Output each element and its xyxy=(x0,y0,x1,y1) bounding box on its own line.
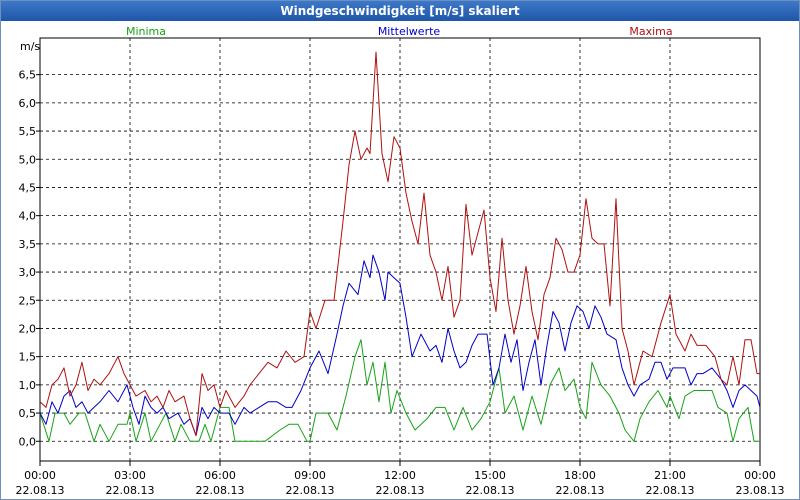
legend-label-mittelwerte: Mittelwerte xyxy=(378,25,441,38)
x-tick-date-label: 22.08.13 xyxy=(646,484,695,497)
y-tick-label: 5,5 xyxy=(19,125,37,138)
x-axis-ticks: 00:00 22.08.13 03:00 22.08.13 06:00 22.08.13 0… xyxy=(16,461,785,497)
y-tick-label: 0,0 xyxy=(19,435,37,448)
x-tick-time-label: 00:00 xyxy=(744,469,776,482)
x-tick-date-label: 22.08.13 xyxy=(16,484,65,497)
wind-speed-chart: 0,0 0,5 1,0 1,5 2,0 2,5 3,0 3,5 4,0 4,5 5,0 5,5 6,0 6… xyxy=(16,25,785,497)
y-axis-unit-label: m/s xyxy=(20,40,40,53)
x-tick-date-label: 22.08.13 xyxy=(196,484,245,497)
x-tick-time-label: 09:00 xyxy=(294,469,326,482)
y-tick-label: 1,5 xyxy=(19,351,37,364)
legend-label-maxima: Maxima xyxy=(629,25,672,38)
y-tick-label: 0,5 xyxy=(19,407,37,420)
x-tick-date-label: 22.08.13 xyxy=(376,484,425,497)
x-tick-time-label: 15:00 xyxy=(474,469,506,482)
legend: Minima Mittelwerte Maxima xyxy=(126,25,673,38)
y-tick-label: 5,0 xyxy=(19,153,37,166)
y-tick-label: 4,0 xyxy=(19,210,37,223)
y-tick-label: 2,5 xyxy=(19,294,37,307)
y-tick-label: 3,0 xyxy=(19,266,37,279)
y-axis-ticks: 0,0 0,5 1,0 1,5 2,0 2,5 3,0 3,5 4,0 4,5 5,0 5,5 6,0 6… xyxy=(19,69,40,448)
x-tick-date-label: 22.08.13 xyxy=(466,484,515,497)
y-tick-label: 3,5 xyxy=(19,238,37,251)
y-tick-label: 1,0 xyxy=(19,379,37,392)
x-tick-time-label: 03:00 xyxy=(114,469,146,482)
x-tick-time-label: 18:00 xyxy=(564,469,596,482)
y-tick-label: 6,0 xyxy=(19,97,37,110)
y-tick-label: 6,5 xyxy=(19,69,37,82)
y-tick-label: 2,0 xyxy=(19,322,37,335)
x-tick-date-label: 22.08.13 xyxy=(556,484,605,497)
x-tick-date-label: 22.08.13 xyxy=(106,484,155,497)
y-tick-label: 4,5 xyxy=(19,181,37,194)
x-tick-time-label: 21:00 xyxy=(654,469,686,482)
x-tick-time-label: 06:00 xyxy=(204,469,236,482)
x-tick-time-label: 12:00 xyxy=(384,469,416,482)
x-tick-time-label: 00:00 xyxy=(24,469,56,482)
x-tick-date-label: 23.08.13 xyxy=(736,484,785,497)
x-tick-date-label: 22.08.13 xyxy=(286,484,335,497)
legend-label-minima: Minima xyxy=(126,25,166,38)
